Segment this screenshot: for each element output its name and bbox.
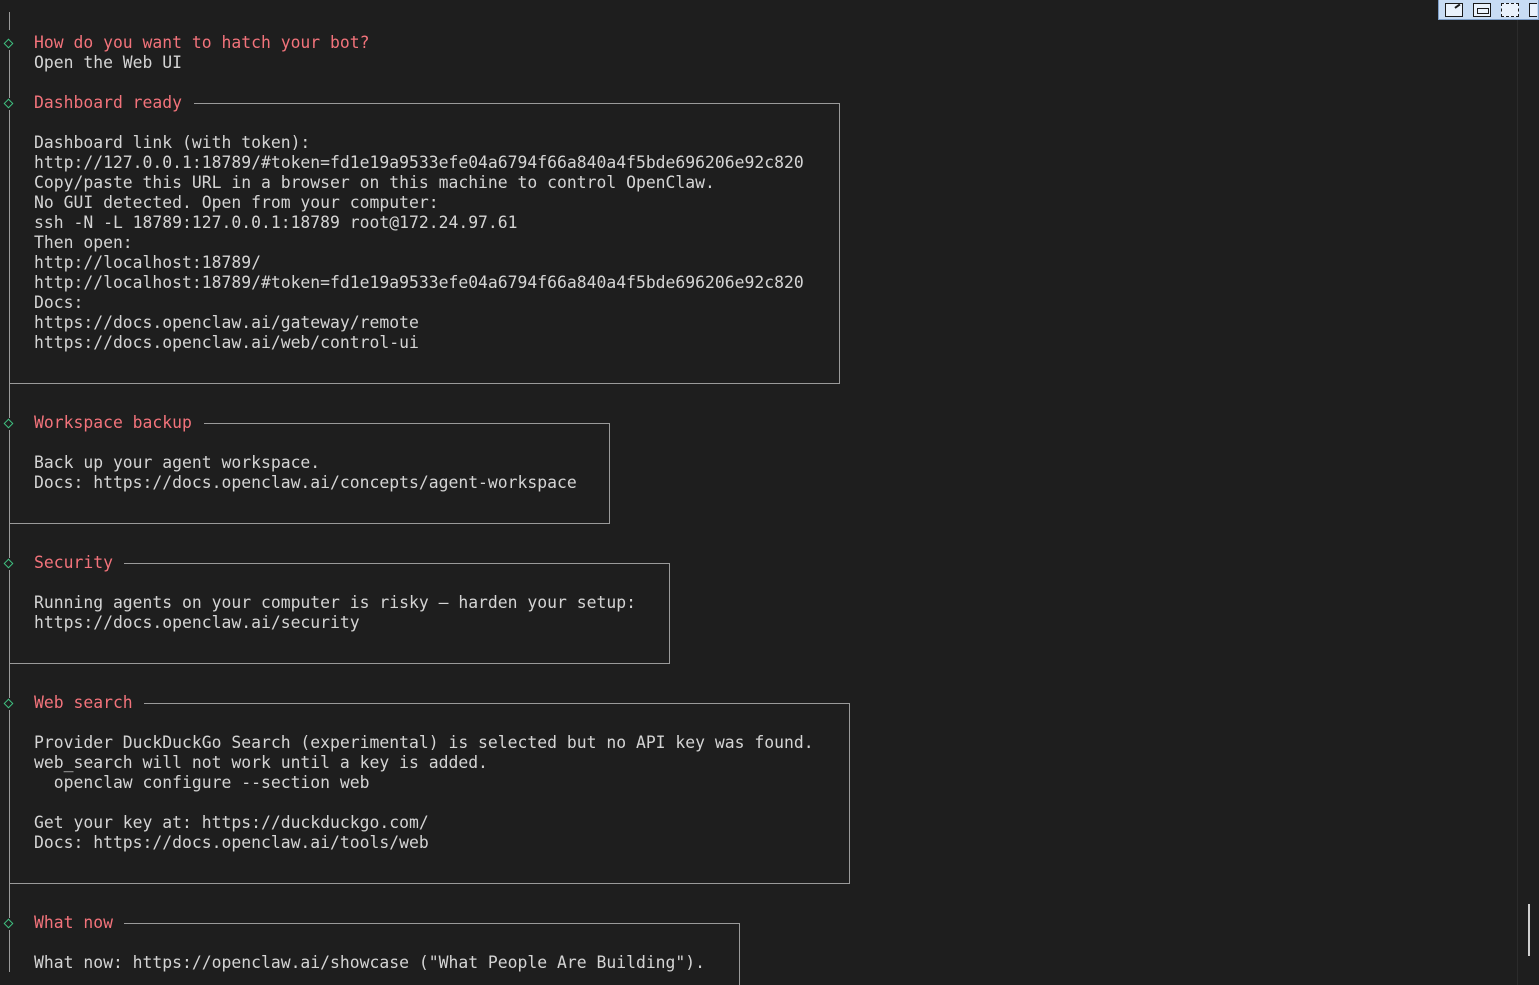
dashboard-line: No GUI detected. Open from your computer… bbox=[34, 193, 439, 212]
security-title: Security bbox=[34, 553, 113, 572]
restore-icon[interactable] bbox=[1473, 2, 1491, 17]
backup-line[interactable]: Docs: https://docs.openclaw.ai/concepts/… bbox=[34, 473, 577, 493]
backup-title: Workspace backup bbox=[34, 413, 192, 432]
rail-segment bbox=[9, 664, 10, 698]
dashboard-line: Docs: bbox=[34, 293, 84, 312]
rail-segment bbox=[9, 50, 10, 98]
rail-segment bbox=[9, 384, 10, 418]
select-icon[interactable] bbox=[1501, 2, 1519, 17]
window-toolbar bbox=[1438, 0, 1539, 20]
dashboard-title: Dashboard ready bbox=[34, 93, 183, 112]
whatnow-box-top-rule bbox=[124, 923, 740, 924]
websearch-line[interactable]: Get your key at: https://duckduckgo.com/ bbox=[34, 813, 429, 833]
dashboard-line[interactable]: https://docs.openclaw.ai/web/control-ui bbox=[34, 333, 419, 353]
dashboard-line[interactable]: http://localhost:18789/#token=fd1e19a953… bbox=[34, 273, 804, 293]
backup-box-top-rule bbox=[204, 423, 610, 424]
dashboard-line[interactable]: http://localhost:18789/ bbox=[34, 253, 261, 273]
dashboard-box-top-rule bbox=[194, 103, 840, 104]
websearch-line: web_search will not work until a key is … bbox=[34, 753, 488, 772]
websearch-title: Web search bbox=[34, 693, 133, 712]
dashboard-line[interactable]: https://docs.openclaw.ai/gateway/remote bbox=[34, 313, 419, 333]
rail-segment bbox=[9, 884, 10, 918]
hatch-question: How do you want to hatch your bot? bbox=[34, 33, 370, 52]
whatnow-title: What now bbox=[34, 913, 113, 932]
websearch-box bbox=[9, 703, 850, 884]
websearch-line: Provider DuckDuckGo Search (experimental… bbox=[34, 733, 814, 752]
dashboard-line: ssh -N -L 18789:127.0.0.1:18789 root@172… bbox=[34, 213, 518, 232]
pin-icon[interactable] bbox=[1529, 2, 1537, 17]
security-box-top-rule bbox=[124, 563, 670, 564]
whatnow-line[interactable]: What now: https://openclaw.ai/showcase (… bbox=[34, 953, 705, 973]
dashboard-line: Copy/paste this URL in a browser on this… bbox=[34, 173, 715, 192]
scrollbar-thumb[interactable] bbox=[1528, 904, 1530, 956]
websearch-command: openclaw configure --section web bbox=[34, 773, 370, 792]
dashboard-line: Then open: bbox=[34, 233, 133, 252]
websearch-box-top-rule bbox=[144, 703, 850, 704]
rail-segment bbox=[9, 12, 10, 30]
dashboard-line: Dashboard link (with token): bbox=[34, 133, 311, 152]
backup-line: Back up your agent workspace. bbox=[34, 453, 321, 472]
rail-segment bbox=[9, 524, 10, 558]
hatch-answer: Open the Web UI bbox=[34, 53, 183, 72]
security-line[interactable]: https://docs.openclaw.ai/security bbox=[34, 613, 360, 633]
popout-icon[interactable] bbox=[1445, 2, 1463, 17]
dashboard-line[interactable]: http://127.0.0.1:18789/#token=fd1e19a953… bbox=[34, 153, 804, 173]
security-line: Running agents on your computer is risky… bbox=[34, 593, 636, 612]
websearch-line[interactable]: Docs: https://docs.openclaw.ai/tools/web bbox=[34, 833, 429, 853]
step-diamond-icon bbox=[3, 38, 14, 49]
scrollbar-track[interactable] bbox=[1517, 0, 1518, 985]
terminal-window[interactable]: How do you want to hatch your bot? Open … bbox=[0, 0, 1539, 985]
